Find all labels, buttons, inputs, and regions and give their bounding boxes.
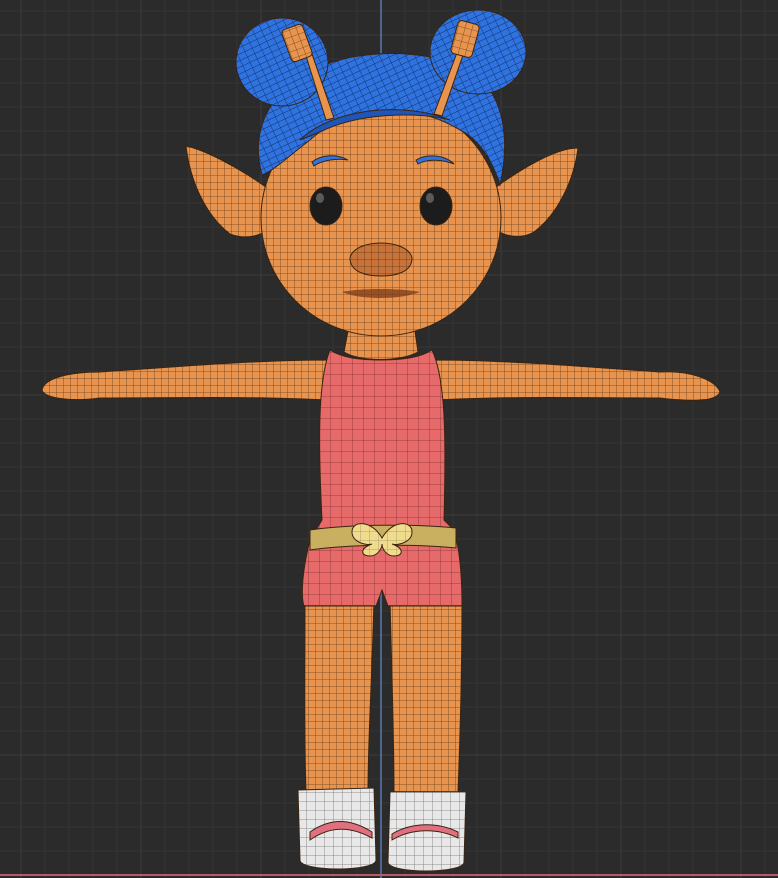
right-leg [389,599,463,793]
right-arm [431,359,721,401]
left-ear [185,145,271,238]
3d-viewport[interactable] [0,0,778,878]
outfit-top [301,349,463,607]
left-leg [304,599,375,791]
right-ear [491,147,579,237]
left-shoe [297,787,377,870]
right-eye [419,186,453,226]
viewport-scene[interactable] [0,0,778,878]
left-eye [309,186,343,226]
right-shoe [387,791,467,872]
left-arm [41,359,331,401]
